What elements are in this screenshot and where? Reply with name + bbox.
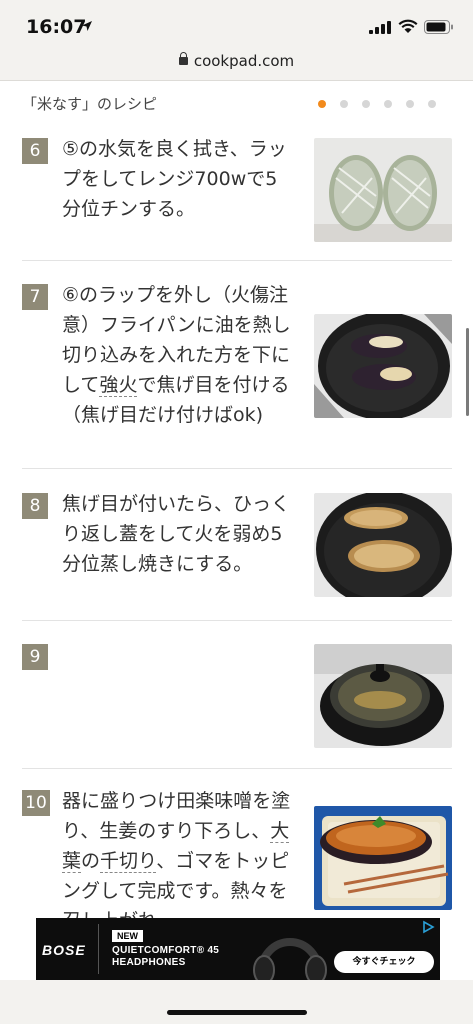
address-bar[interactable]: cookpad.com bbox=[0, 44, 473, 81]
url-text: cookpad.com bbox=[193, 52, 295, 70]
ad-cta-button[interactable]: 今すぐチェック bbox=[334, 951, 434, 973]
term-link-tsuyobi[interactable]: 強火 bbox=[99, 374, 138, 397]
clock: 16:07 bbox=[26, 16, 87, 38]
page-dot[interactable] bbox=[406, 100, 414, 108]
page-dot[interactable] bbox=[362, 100, 370, 108]
step-number: 10 bbox=[22, 790, 50, 816]
page-dot-active[interactable] bbox=[318, 100, 326, 108]
step-text-part: の bbox=[81, 850, 101, 872]
step-photo[interactable] bbox=[314, 644, 452, 748]
recipe-title: 「米なす」のレシピ bbox=[22, 95, 158, 113]
cellular-signal-icon bbox=[369, 21, 391, 34]
step-number: 7 bbox=[22, 284, 48, 310]
divider bbox=[22, 260, 452, 261]
ad-divider bbox=[98, 924, 99, 974]
ad-choices-icon[interactable] bbox=[421, 920, 435, 934]
battery-icon bbox=[424, 20, 453, 34]
location-arrow-icon bbox=[82, 21, 92, 31]
wifi-icon bbox=[398, 19, 418, 33]
ad-banner[interactable]: BOSE NEW QUIETCOMFORT® 45 HEADPHONES 今すぐ… bbox=[0, 918, 473, 980]
home-indicator[interactable] bbox=[167, 1010, 307, 1015]
new-badge: NEW bbox=[112, 930, 143, 942]
step-photo[interactable] bbox=[314, 138, 452, 242]
brand-logo: BOSE bbox=[42, 942, 86, 958]
page-dot[interactable] bbox=[384, 100, 392, 108]
step-text: ⑤の水気を良く拭き、ラップをしてレンジ700wで5分位チンする。 bbox=[62, 138, 287, 220]
step-number: 6 bbox=[22, 138, 48, 164]
product-line-2: HEADPHONES bbox=[112, 957, 186, 968]
scrollbar[interactable] bbox=[466, 328, 469, 416]
divider bbox=[22, 768, 452, 769]
step-number: 8 bbox=[22, 493, 48, 519]
bottom-bar bbox=[0, 980, 473, 1024]
step-text: 焦げ目が付いたら、ひっくり返し蓋をして火を弱め5分位蒸し焼きにする。 bbox=[62, 493, 291, 575]
step-number: 9 bbox=[22, 644, 48, 670]
step-text: 器に盛りつけ田楽味噌を塗り、生姜のすり下ろし、大葉の千切り、ゴマをトッピングして… bbox=[62, 786, 292, 936]
divider bbox=[22, 468, 452, 469]
step-photo[interactable] bbox=[314, 314, 452, 418]
product-line-1: QUIETCOMFORT® 45 bbox=[112, 945, 220, 956]
headphones-image bbox=[253, 938, 327, 980]
page-indicator[interactable] bbox=[318, 100, 436, 108]
page-dot[interactable] bbox=[428, 100, 436, 108]
term-link-sengiri[interactable]: 千切り bbox=[100, 850, 157, 873]
product-name: QUIETCOMFORT® 45 HEADPHONES bbox=[112, 945, 219, 969]
step-text-part: 器に盛りつけ田楽味噌を塗り、生姜のすり下ろし、 bbox=[62, 790, 291, 842]
divider bbox=[22, 620, 452, 621]
step-text: ⑥のラップを外し（火傷注意）フライパンに油を熱し切り込みを入れた方を下にして強火… bbox=[62, 280, 292, 430]
url-display[interactable]: cookpad.com bbox=[0, 52, 473, 70]
lock-icon bbox=[178, 52, 188, 65]
ad-creative[interactable]: BOSE NEW QUIETCOMFORT® 45 HEADPHONES 今すぐ… bbox=[36, 918, 440, 980]
step-photo[interactable] bbox=[314, 493, 452, 597]
page-dot[interactable] bbox=[340, 100, 348, 108]
step-photo[interactable] bbox=[314, 806, 452, 910]
status-bar: 16:07 bbox=[0, 0, 473, 44]
